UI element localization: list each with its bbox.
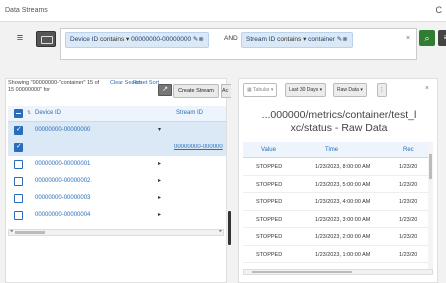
chip-field: Stream ID <box>246 36 276 43</box>
column-stream-id[interactable]: Stream ID <box>176 110 203 116</box>
table-row[interactable]: 00000000-00000003 ▸ <box>8 190 226 207</box>
scrollbar-thumb[interactable] <box>429 154 432 179</box>
column-device-id[interactable]: Device ID <box>35 110 61 116</box>
scroll-left-icon[interactable]: ◂ <box>10 228 13 234</box>
table-row: STOPPED 1/23/2023, 5:00:00 AM 1/23/20 <box>243 176 433 193</box>
table-header: Value Time Rec <box>243 142 433 158</box>
reset-sort-link[interactable]: Reset Sort <box>133 80 159 87</box>
row-checkbox[interactable] <box>14 211 23 220</box>
table-row: STOPPED 1/23/2023, 1:00:00 AM 1/23/20 <box>243 246 433 263</box>
stream-data-panel: ▦ Tabular ▾ Last 30 Days ▾ Raw Data ▾ ⋮ … <box>238 78 438 283</box>
chart-icon[interactable]: ↗ <box>158 84 172 96</box>
column-value[interactable]: Value <box>261 147 311 153</box>
expand-icon[interactable]: ▸ <box>158 177 161 184</box>
data-mode-dropdown[interactable]: Raw Data ▾ <box>333 83 367 97</box>
refresh-icon[interactable]: C <box>436 5 443 15</box>
raw-data-table: Value Time Rec STOPPED 1/23/2023, 8:00:0… <box>243 142 433 270</box>
streams-table: ⇅ Device ID Stream ID 00000000-00000000 … <box>8 106 226 224</box>
create-stream-button[interactable]: Create Stream <box>173 84 219 98</box>
expand-icon[interactable]: ▸ <box>158 194 161 201</box>
filter-chip-stream[interactable]: Stream ID contains ▾ container ✎⊗ <box>241 32 353 48</box>
vertical-scrollbar[interactable] <box>428 142 433 270</box>
device-id-cell[interactable]: 00000000-00000000 <box>35 127 90 133</box>
chip-value: container <box>308 36 335 43</box>
clear-filter-icon[interactable]: × <box>406 35 410 42</box>
chip-field: Device ID <box>70 36 99 43</box>
table-row[interactable]: 00000000-00000002 ▸ <box>8 173 226 190</box>
table-row: STOPPED 1/23/2023, 8:00:00 AM 1/23/20 <box>243 158 433 176</box>
app-title: Data Streams <box>5 7 48 14</box>
device-id-cell[interactable]: 00000000-00000003 <box>35 195 90 201</box>
device-id-cell[interactable]: 00000000-00000001 <box>35 161 90 167</box>
collapse-icon[interactable]: ▾ <box>158 126 161 133</box>
device-id-cell[interactable]: 00000000-00000004 <box>35 212 90 218</box>
scrollbar-thumb[interactable] <box>15 231 45 234</box>
chip-value: 00000000-00000000 <box>131 36 192 43</box>
scroll-right-icon[interactable]: ▸ <box>219 228 222 234</box>
table-icon: ▦ <box>247 87 252 93</box>
time-range-dropdown[interactable]: Last 30 Days ▾ <box>285 83 327 97</box>
stream-id-link[interactable]: 00000000-000000 <box>174 144 226 150</box>
row-checkbox[interactable] <box>14 160 23 169</box>
column-received[interactable]: Rec <box>403 147 431 153</box>
results-summary: Showing "00000000-"container" 15 of 15 0… <box>8 80 100 93</box>
table-row[interactable]: 00000000-00000004 ▸ <box>8 207 226 224</box>
row-checkbox[interactable] <box>14 125 23 135</box>
panel-resize-handle[interactable] <box>228 211 231 245</box>
row-checkbox[interactable] <box>14 177 23 186</box>
filter-chip-device[interactable]: Device ID contains ▾ 00000000-00000000 ✎… <box>65 32 209 48</box>
horizontal-scrollbar[interactable]: ◂ ▸ <box>8 228 224 236</box>
table-row: STOPPED 1/23/2023, 4:00:00 AM 1/23/20 <box>243 193 433 211</box>
menu-icon[interactable]: ≡ <box>12 32 28 46</box>
app-header: Data Streams C <box>0 0 446 22</box>
chip-op: contains ▾ <box>277 36 309 43</box>
search-button[interactable]: ⌕ <box>419 30 435 46</box>
more-icon[interactable]: ≡ <box>438 30 446 46</box>
horizontal-scrollbar[interactable] <box>243 269 433 275</box>
expand-icon[interactable]: ▸ <box>158 211 161 218</box>
row-checkbox[interactable] <box>14 194 23 203</box>
filter-bar: ≡ Device ID contains ▾ 00000000-00000000… <box>8 28 446 60</box>
table-row: STOPPED 1/23/2023, 2:00:00 AM 1/23/20 <box>243 228 433 246</box>
table-header: ⇅ Device ID Stream ID <box>8 106 226 122</box>
table-row: STOPPED 1/23/2023, 3:00:00 AM 1/23/20 <box>243 211 433 228</box>
keyboard-icon[interactable] <box>36 31 56 47</box>
device-id-cell[interactable]: 00000000-00000002 <box>35 178 90 184</box>
column-time[interactable]: Time <box>325 147 405 153</box>
row-checkbox[interactable] <box>14 142 23 152</box>
streams-list-panel: Showing "00000000-"container" 15 of 15 0… <box>5 78 231 283</box>
close-icon[interactable]: × <box>425 85 429 92</box>
filter-input[interactable]: Device ID contains ▾ 00000000-00000000 ✎… <box>60 28 417 60</box>
view-mode-dropdown[interactable]: ▦ Tabular ▾ <box>243 83 278 97</box>
filter-conjunction: AND <box>224 35 238 42</box>
kebab-menu-icon[interactable]: ⋮ <box>377 83 387 97</box>
stream-title: ...000000/metrics/container/test_l xc/st… <box>261 109 417 134</box>
sort-icon[interactable]: ⇅ <box>27 110 31 116</box>
remove-icon[interactable]: ⊗ <box>342 36 347 43</box>
table-row[interactable]: 00000000-00000000 ▾ <box>8 122 226 139</box>
actions-button[interactable]: Ac <box>221 84 231 98</box>
remove-icon[interactable]: ⊗ <box>198 36 203 43</box>
table-row[interactable]: 00000000-00000001 ▸ <box>8 156 226 173</box>
chip-op: contains ▾ <box>100 36 132 43</box>
expand-icon[interactable]: ▸ <box>158 160 161 167</box>
select-all-checkbox[interactable] <box>14 109 23 118</box>
scrollbar-thumb[interactable] <box>252 271 352 273</box>
table-row[interactable]: 00000000-000000 <box>8 139 226 156</box>
